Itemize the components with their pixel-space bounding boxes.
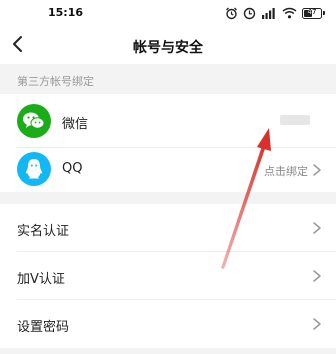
annotation-arrow xyxy=(221,128,271,269)
